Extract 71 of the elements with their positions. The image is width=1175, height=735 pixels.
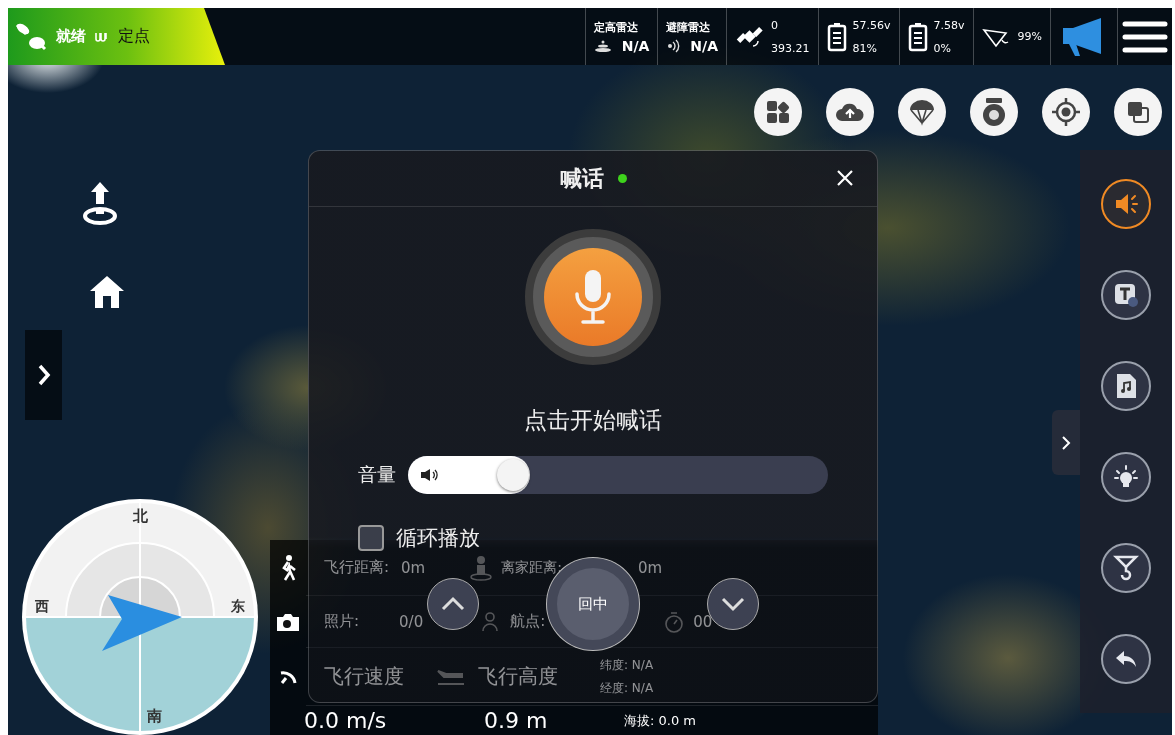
copy-icon bbox=[1125, 99, 1151, 125]
flight-altitude-label: 飞行高度 bbox=[478, 663, 558, 690]
satellite-count: 0 bbox=[771, 18, 779, 32]
compass-north-label: 北 bbox=[132, 507, 148, 525]
battery-percent: 81% bbox=[852, 41, 878, 55]
home-distance-value: 0m bbox=[637, 558, 663, 577]
chevron-right-icon bbox=[1061, 434, 1071, 451]
battery-icon bbox=[907, 21, 928, 52]
chevron-down-icon bbox=[720, 596, 746, 612]
toolbar-button[interactable] bbox=[1101, 543, 1151, 594]
music-file-icon bbox=[1114, 371, 1138, 400]
heading-arrow-icon bbox=[102, 595, 182, 651]
grid-icon bbox=[765, 99, 791, 125]
start-speaking-prompt: 点击开始喊话 bbox=[524, 406, 662, 435]
radar-label: 定高雷达 bbox=[593, 19, 638, 35]
chevron-up-icon bbox=[440, 596, 466, 612]
flight-mode-label: 定点 bbox=[118, 26, 150, 47]
toolbar-button[interactable] bbox=[1101, 178, 1151, 229]
walking-person-icon bbox=[279, 555, 297, 581]
radar-waves-icon bbox=[593, 39, 612, 52]
microphone-icon bbox=[573, 268, 613, 326]
hook-icon bbox=[1113, 554, 1139, 583]
home-person-icon bbox=[469, 554, 494, 581]
battery-voltage: 7.58v bbox=[933, 18, 965, 32]
flight-state-label: 就绪 bbox=[56, 27, 86, 46]
volume-label: 音量 bbox=[358, 462, 396, 487]
remote-signal-percent: 99% bbox=[1017, 30, 1042, 43]
speed-value: 0.0 m/s bbox=[304, 708, 388, 733]
compass-south-label: 南 bbox=[146, 707, 162, 725]
satellite-value: 393.21 bbox=[771, 41, 810, 55]
expand-tab[interactable] bbox=[25, 330, 62, 420]
wave-icon bbox=[94, 30, 110, 43]
locate-icon bbox=[1051, 97, 1081, 127]
waypoints-label: 航点: bbox=[510, 612, 546, 631]
chevron-right-icon bbox=[36, 363, 51, 387]
altitude-value: 0.9 m bbox=[484, 708, 549, 733]
camera-icon bbox=[276, 612, 300, 632]
timer-icon bbox=[663, 609, 686, 634]
radar-value: N/A bbox=[690, 37, 718, 54]
home-icon[interactable] bbox=[88, 274, 126, 310]
parachute-icon bbox=[908, 98, 936, 126]
latitude-label: 纬度: N/A bbox=[600, 656, 654, 674]
toolbar-button[interactable] bbox=[1101, 269, 1151, 320]
flight-distance-value: 0m bbox=[401, 558, 426, 577]
volume-slider[interactable] bbox=[408, 456, 828, 494]
person-icon bbox=[482, 611, 499, 632]
toolbar-button[interactable] bbox=[1101, 452, 1151, 503]
volume-icon bbox=[420, 468, 440, 482]
gimbal-camera-icon bbox=[980, 97, 1008, 127]
timer-value: 00 bbox=[693, 612, 713, 631]
radar-value: N/A bbox=[621, 37, 650, 54]
cloud-upload-icon bbox=[835, 101, 865, 123]
dialog-title: 喊话 bbox=[559, 164, 604, 193]
compass-east-label: 东 bbox=[231, 598, 245, 614]
radar-label: 避障雷达 bbox=[666, 19, 711, 35]
compass-west-label: 西 bbox=[35, 598, 49, 614]
flight-distance-label: 飞行距离: bbox=[324, 558, 390, 577]
photos-value: 0/0 bbox=[399, 612, 424, 631]
close-icon bbox=[836, 169, 854, 187]
battery-icon bbox=[826, 21, 847, 52]
toolbar-button[interactable] bbox=[1101, 360, 1151, 411]
battery-percent: 0% bbox=[933, 41, 952, 55]
elevation-value: 海拔: 0.0 m bbox=[624, 711, 696, 730]
longitude-label: 经度: N/A bbox=[600, 679, 654, 697]
loop-playback-label: 循环播放 bbox=[396, 525, 480, 552]
photos-label: 照片: bbox=[324, 612, 360, 631]
flight-speed-label: 飞行速度 bbox=[324, 663, 404, 690]
toolbar-button[interactable] bbox=[1101, 634, 1151, 685]
loop-checkbox[interactable] bbox=[358, 525, 384, 551]
battery-voltage: 57.56v bbox=[852, 18, 891, 32]
radar-waves-icon bbox=[666, 38, 681, 53]
